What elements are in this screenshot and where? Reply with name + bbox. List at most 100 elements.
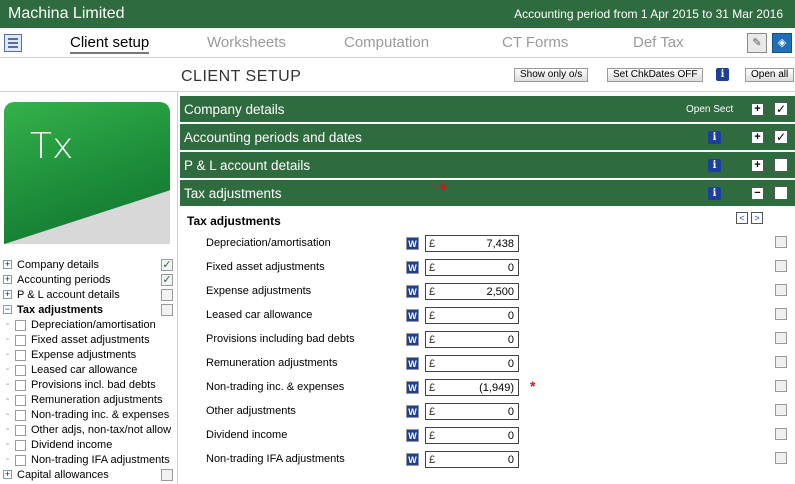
tree-subitem-label[interactable]: Fixed asset adjustments <box>31 333 150 347</box>
tree-subitem[interactable]: - Dividend income <box>0 438 178 453</box>
expand-icon[interactable]: + <box>751 131 764 144</box>
tax-return-icon[interactable]: ◈ <box>772 33 792 53</box>
tree-subitem[interactable]: - Fixed asset adjustments <box>0 333 178 348</box>
worksheet-icon[interactable]: W <box>406 237 419 250</box>
checkbox[interactable] <box>775 356 787 368</box>
checkbox-checked[interactable]: ✓ <box>774 130 788 144</box>
expand-icon[interactable]: + <box>3 260 12 269</box>
set-chkdates-off-button[interactable]: Set ChkDates OFF <box>607 68 704 82</box>
expand-icon[interactable]: + <box>3 275 12 284</box>
expand-icon[interactable]: + <box>3 470 12 479</box>
checkbox[interactable] <box>775 452 787 464</box>
worksheet-icon[interactable]: W <box>406 285 419 298</box>
tab-ct-forms[interactable]: CT Forms <box>502 34 568 51</box>
list-icon[interactable] <box>4 34 22 52</box>
expand-icon[interactable]: + <box>3 290 12 299</box>
info-icon[interactable]: i <box>708 159 721 172</box>
tab-client-setup[interactable]: Client setup <box>70 34 150 54</box>
checkbox[interactable] <box>161 469 173 481</box>
section-title[interactable]: P & L account details <box>184 158 310 173</box>
tree-subitem-label[interactable]: Non-trading IFA adjustments <box>31 453 170 467</box>
checkbox[interactable] <box>775 428 787 440</box>
checkbox[interactable] <box>15 320 26 331</box>
expand-icon[interactable]: + <box>751 103 764 116</box>
info-icon[interactable]: i <box>716 68 729 81</box>
tree-subitem-label[interactable]: Provisions incl. bad debts <box>31 378 156 392</box>
amount-field[interactable]: £ (1,949) <box>425 379 519 396</box>
checkbox[interactable] <box>15 365 26 376</box>
checkbox[interactable] <box>15 455 26 466</box>
section-company-details[interactable]: Company details Open Sect + ✓ <box>180 96 795 123</box>
tree-item-label[interactable]: Company details <box>17 258 99 272</box>
worksheet-icon[interactable]: W <box>406 261 419 274</box>
checkbox[interactable] <box>775 332 787 344</box>
checkbox[interactable] <box>775 236 787 248</box>
checkbox[interactable] <box>775 308 787 320</box>
tree-subitem[interactable]: - Non-trading inc. & expenses <box>0 408 178 423</box>
tree-item-tax-adjustments[interactable]: − Tax adjustments <box>0 303 178 318</box>
open-sect-label[interactable]: Open Sect <box>686 104 733 115</box>
checkbox-checked[interactable]: ✓ <box>774 102 788 116</box>
checkbox[interactable] <box>161 304 173 316</box>
show-only-outstanding-button[interactable]: Show only o/s <box>514 68 589 82</box>
section-title[interactable]: Company details <box>184 102 285 117</box>
amount-field[interactable]: £0 <box>425 403 519 420</box>
worksheet-icon[interactable]: W <box>406 309 419 322</box>
tree-subitem-label[interactable]: Expense adjustments <box>31 348 136 362</box>
checkbox[interactable] <box>775 284 787 296</box>
info-icon[interactable]: i <box>708 131 721 144</box>
checkbox[interactable] <box>15 335 26 346</box>
section-tax-adjustments[interactable]: Tax adjustments * i − <box>180 180 795 207</box>
info-icon[interactable]: i <box>708 187 721 200</box>
tree-subitem-label[interactable]: Leased car allowance <box>31 363 137 377</box>
amount-field[interactable]: £2,500 <box>425 283 519 300</box>
tree-item-label[interactable]: P & L account details <box>17 288 120 302</box>
tree-subitem[interactable]: - Other adjs, non-tax/not allow <box>0 423 178 438</box>
worksheet-icon[interactable]: W <box>406 357 419 370</box>
worksheet-icon[interactable]: W <box>406 453 419 466</box>
amount-field[interactable]: £0 <box>425 355 519 372</box>
tab-computation[interactable]: Computation <box>344 34 429 51</box>
tree-subitem-label[interactable]: Non-trading inc. & expenses <box>31 408 169 422</box>
worksheet-icon[interactable]: W <box>406 381 419 394</box>
section-title[interactable]: Accounting periods and dates <box>184 130 362 145</box>
worksheet-icon[interactable]: W <box>406 429 419 442</box>
worksheet-icon[interactable]: W <box>406 405 419 418</box>
worksheet-icon[interactable]: W <box>406 333 419 346</box>
amount-field[interactable]: £0 <box>425 331 519 348</box>
tree-item-label[interactable]: Accounting periods <box>17 273 111 287</box>
tree-item-label[interactable]: Tax adjustments <box>17 303 103 317</box>
tree-subitem[interactable]: - Remuneration adjustments <box>0 393 178 408</box>
tree-item-pl-account-details[interactable]: + P & L account details <box>0 288 178 303</box>
open-all-button[interactable]: Open all <box>745 68 795 82</box>
checkbox[interactable] <box>161 289 173 301</box>
checkbox[interactable] <box>15 425 26 436</box>
prev-arrow-icon[interactable]: < <box>736 212 748 224</box>
edit-pen-icon[interactable]: ✎ <box>747 33 767 53</box>
tab-def-tax[interactable]: Def Tax <box>633 34 684 51</box>
checkbox-checked[interactable]: ✓ <box>161 274 173 286</box>
tree-item-capital-allowances[interactable]: + Capital allowances <box>0 468 178 483</box>
tree-subitem[interactable]: - Provisions incl. bad debts <box>0 378 178 393</box>
tree-item-label[interactable]: Capital allowances <box>17 468 109 482</box>
checkbox-checked[interactable]: ✓ <box>161 259 173 271</box>
tree-subitem-label[interactable]: Remuneration adjustments <box>31 393 162 407</box>
tree-subitem[interactable]: - Expense adjustments <box>0 348 178 363</box>
checkbox[interactable] <box>15 380 26 391</box>
amount-field[interactable]: £0 <box>425 259 519 276</box>
tree-item-company-details[interactable]: + Company details ✓ <box>0 258 178 273</box>
checkbox[interactable] <box>15 440 26 451</box>
tree-item-accounting-periods[interactable]: + Accounting periods ✓ <box>0 273 178 288</box>
section-accounting-periods[interactable]: Accounting periods and dates i + ✓ <box>180 124 795 151</box>
tree-subitem[interactable]: - Leased car allowance <box>0 363 178 378</box>
amount-field[interactable]: £0 <box>425 307 519 324</box>
amount-field[interactable]: £0 <box>425 451 519 468</box>
section-title[interactable]: Tax adjustments <box>184 186 282 201</box>
checkbox[interactable] <box>775 380 787 392</box>
collapse-icon[interactable]: − <box>3 305 12 314</box>
section-pl-account-details[interactable]: P & L account details i + <box>180 152 795 179</box>
collapse-icon[interactable]: − <box>751 187 764 200</box>
tree-subitem-label[interactable]: Dividend income <box>31 438 112 452</box>
checkbox[interactable] <box>15 395 26 406</box>
checkbox[interactable] <box>775 404 787 416</box>
